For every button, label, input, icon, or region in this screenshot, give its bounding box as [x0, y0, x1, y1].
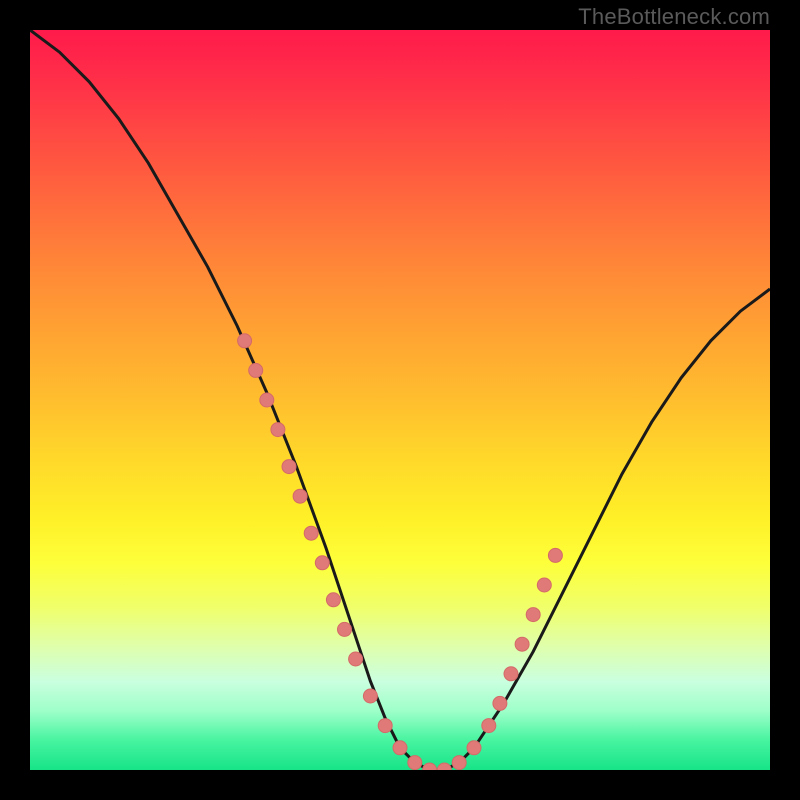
curve-marker [326, 593, 340, 607]
curve-marker [548, 548, 562, 562]
plot-area [30, 30, 770, 770]
curve-marker [304, 526, 318, 540]
curve-marker [437, 763, 451, 770]
curve-markers [238, 334, 563, 770]
watermark-text: TheBottleneck.com [578, 4, 770, 30]
curve-marker [293, 489, 307, 503]
curve-marker [482, 719, 496, 733]
chart-frame: TheBottleneck.com [0, 0, 800, 800]
curve-marker [526, 608, 540, 622]
curve-marker [467, 741, 481, 755]
curve-marker [271, 423, 285, 437]
curve-svg [30, 30, 770, 770]
curve-marker [493, 696, 507, 710]
curve-marker [393, 741, 407, 755]
curve-marker [282, 460, 296, 474]
curve-marker [260, 393, 274, 407]
curve-marker [338, 622, 352, 636]
curve-marker [452, 756, 466, 770]
curve-marker [378, 719, 392, 733]
curve-marker [363, 689, 377, 703]
curve-marker [504, 667, 518, 681]
curve-marker [349, 652, 363, 666]
curve-marker [315, 556, 329, 570]
curve-marker [423, 763, 437, 770]
curve-marker [238, 334, 252, 348]
curve-marker [515, 637, 529, 651]
curve-marker [408, 756, 422, 770]
bottleneck-curve [30, 30, 770, 770]
curve-marker [537, 578, 551, 592]
curve-marker [249, 363, 263, 377]
